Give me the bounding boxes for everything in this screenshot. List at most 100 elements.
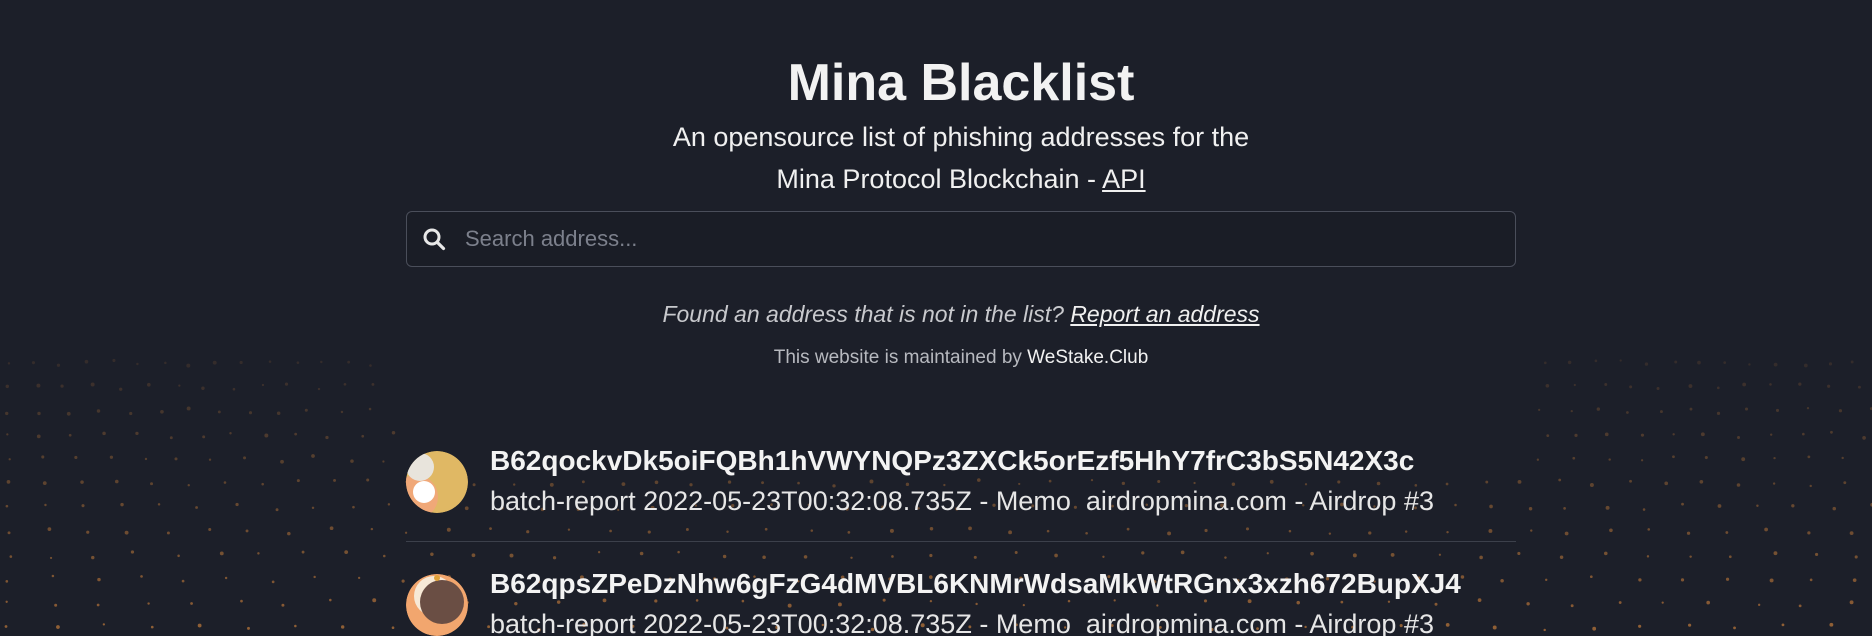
background-dot (333, 478, 337, 482)
background-dot (186, 363, 191, 368)
maintained-by: This website is maintained by WeStake.Cl… (406, 345, 1516, 371)
background-dot (208, 458, 212, 461)
background-dot (1672, 433, 1675, 436)
background-dot (1717, 504, 1722, 508)
background-dot (1543, 628, 1546, 632)
background-dot (80, 480, 84, 484)
background-dot (248, 411, 253, 415)
background-dot (284, 382, 289, 386)
background-dot (311, 454, 315, 458)
background-dot (169, 436, 173, 440)
background-dot (6, 480, 11, 484)
background-dot (197, 623, 202, 628)
background-dot (1704, 455, 1708, 460)
background-dot (1689, 555, 1692, 558)
background-dot (329, 526, 334, 531)
background-dot (361, 434, 365, 438)
search-bar[interactable] (406, 211, 1516, 267)
background-dot (1841, 456, 1844, 460)
background-dot (42, 481, 47, 486)
background-dot (178, 384, 181, 387)
background-dot (1558, 478, 1562, 482)
background-dot (217, 410, 221, 414)
background-dot (1674, 360, 1678, 364)
background-dot (1764, 527, 1768, 532)
background-dot (31, 361, 36, 365)
page-title: Mina Blacklist (787, 54, 1135, 112)
background-dot (1814, 552, 1819, 557)
background-dot (1559, 555, 1564, 560)
maintained-by-text: This website is maintained by (773, 347, 1028, 368)
background-dot (1806, 407, 1810, 410)
background-dot (1646, 555, 1650, 558)
background-dot (1604, 432, 1609, 437)
address: B62qpsZPeDzNhw6gFzG4dMVBL6KNMrWdsaMkWtRG… (490, 568, 1461, 599)
background-dot (147, 382, 151, 387)
background-dot (119, 387, 123, 391)
background-dot (304, 408, 308, 412)
background-dot (1573, 383, 1576, 387)
background-dot (1681, 502, 1684, 506)
search-input[interactable] (465, 226, 1445, 252)
background-dot (382, 554, 386, 558)
background-dot (1626, 411, 1629, 414)
background-dot (144, 457, 148, 461)
background-dot (391, 431, 396, 435)
background-dot (347, 360, 351, 364)
background-dot (1640, 459, 1644, 462)
background-dot (5, 411, 9, 416)
report-address-link[interactable]: Report an address (1070, 301, 1259, 327)
background-dot (264, 433, 269, 438)
background-dot (36, 434, 41, 439)
background-dot (1619, 359, 1622, 362)
background-dot (1517, 551, 1521, 556)
background-dot (5, 384, 10, 389)
background-dot (4, 625, 8, 628)
background-dot (1689, 407, 1693, 411)
background-dot (275, 508, 279, 512)
background-dot (294, 624, 297, 628)
background-dot (102, 431, 106, 436)
background-dot (181, 579, 185, 583)
subtitle-line-2: Mina Protocol Blockchain - API (406, 158, 1516, 200)
header: Mina Blacklist An opensource list of phi… (406, 50, 1516, 200)
background-dot (1852, 578, 1857, 583)
background-dot (1857, 385, 1861, 389)
list-item[interactable]: B62qockvDk5oiFQBh1hVWYNQPz3ZXCk5orEzf5Hh… (406, 439, 1516, 542)
westake-link[interactable]: WeStake.Club (1027, 347, 1148, 368)
background-dot (96, 603, 100, 607)
background-dot (276, 411, 281, 416)
background-dot (1699, 479, 1704, 484)
background-dot (1596, 407, 1601, 411)
background-dot (1642, 508, 1646, 511)
background-dot (208, 528, 212, 532)
background-dot (1517, 479, 1522, 484)
background-dot (150, 625, 154, 629)
background-dot (49, 556, 53, 560)
background-dot (1538, 408, 1541, 412)
background-dot (1737, 436, 1741, 440)
background-dot (1832, 506, 1837, 511)
background-dot (41, 455, 45, 459)
background-dot (1723, 361, 1727, 364)
background-dot (343, 382, 347, 386)
background-dot (1638, 624, 1642, 628)
background-dot (240, 599, 243, 603)
background-dot (96, 409, 101, 413)
background-dot (1769, 578, 1774, 583)
background-dot (1629, 479, 1632, 483)
background-dot (1725, 577, 1730, 581)
background-dot (1563, 507, 1566, 510)
background-dot (1803, 363, 1808, 368)
background-dot (147, 602, 150, 605)
background-dot (8, 458, 11, 461)
background-dot (287, 531, 291, 536)
background-dot (1680, 578, 1685, 582)
background-dot (232, 387, 236, 391)
background-dot (1807, 455, 1811, 459)
background-dot (1798, 382, 1802, 386)
list-item[interactable]: B62qpsZPeDzNhw6gFzG4dMVBL6KNMrWdsaMkWtRG… (406, 542, 1516, 636)
api-link[interactable]: API (1102, 164, 1146, 194)
background-dot (261, 482, 264, 486)
background-dot (130, 550, 135, 554)
